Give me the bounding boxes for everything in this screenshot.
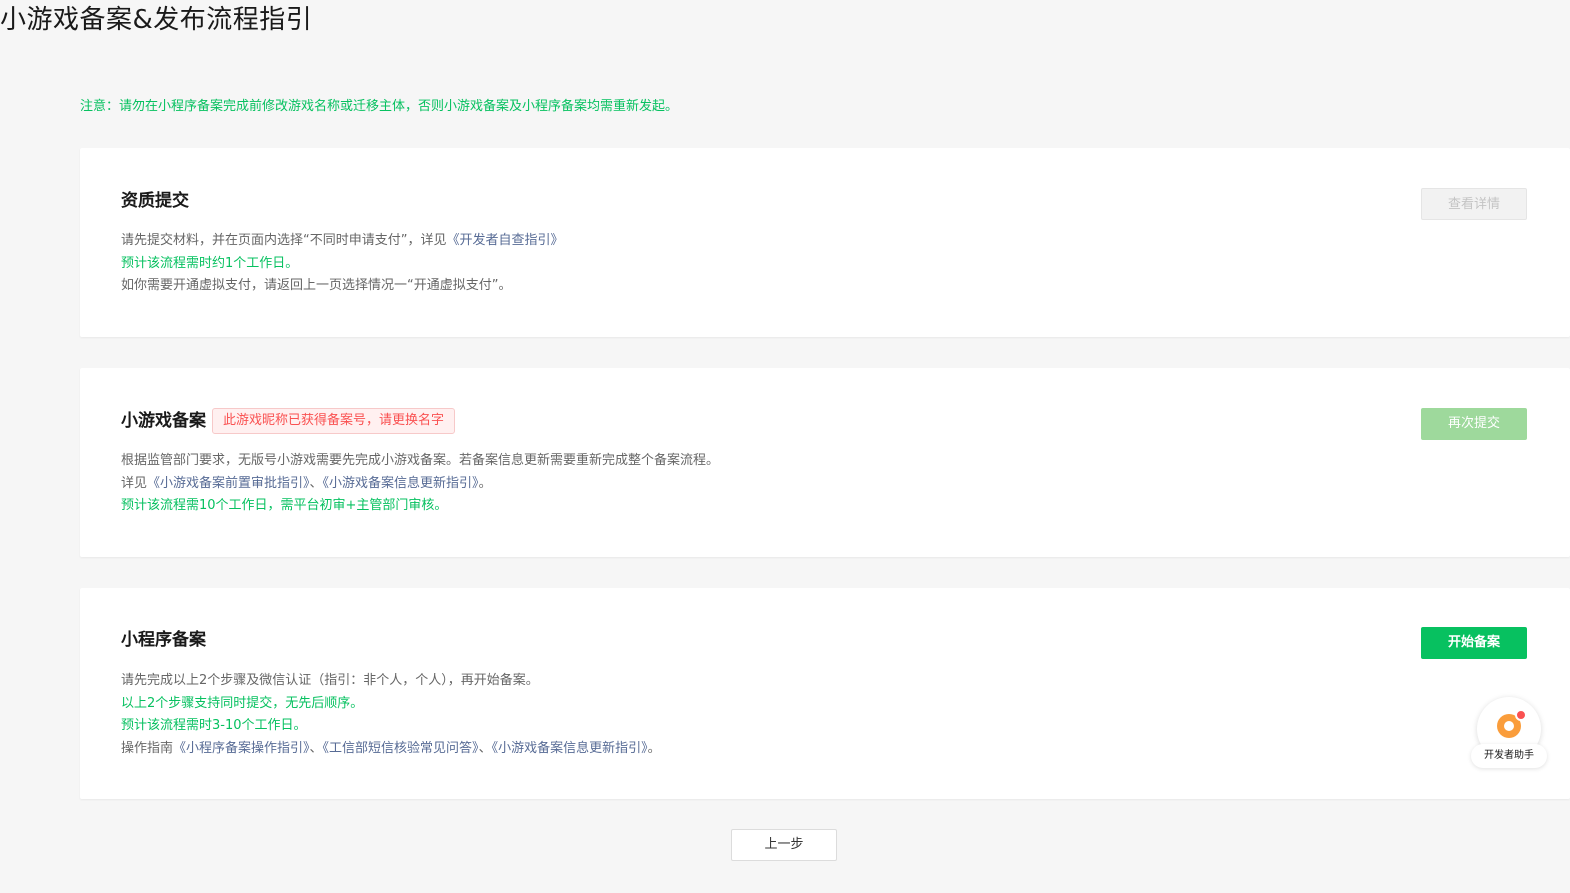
page-title: 小游戏备案&发布流程指引 xyxy=(0,5,313,35)
card-title-row: 资质提交 xyxy=(121,189,189,213)
card-title-row: 小程序备案 xyxy=(121,628,206,652)
sms-verification-faq-link[interactable]: 《工信部短信核验常见问答》 xyxy=(323,741,479,756)
assistant-icon xyxy=(1497,710,1527,738)
line-text: 操作指南 xyxy=(121,740,174,756)
card-description: 根据监管部门要求，无版号小游戏需要先完成小游戏备案。若备案信息更新需要重新完成整… xyxy=(121,450,719,518)
card-title-row: 小游戏备案 此游戏昵称已获得备案号，请更换名字 xyxy=(121,408,456,434)
line-text-end: 。 xyxy=(478,475,492,491)
error-tag: 此游戏昵称已获得备案号，请更换名字 xyxy=(212,408,456,434)
line-text-end: 。 xyxy=(647,740,661,756)
card-minigame-filing: 小游戏备案 此游戏昵称已获得备案号，请更换名字 再次提交 根据监管部门要求，无版… xyxy=(80,368,1570,557)
minigame-info-update-link[interactable]: 《小游戏备案信息更新指引》 xyxy=(492,741,648,756)
card-line: 如你需要开通虚拟支付，请返回上一页选择情况一“开通虚拟支付”。 xyxy=(121,278,512,293)
line-text: 详见 xyxy=(121,475,148,491)
card-line: 预计该流程需时3-10个工作日。 xyxy=(121,718,307,733)
card-description: 请先提交材料，并在页面内选择“不同时申请支付”，详见《开发者自查指引》 预计该流… xyxy=(121,230,564,298)
card-line: 请先提交材料，并在页面内选择“不同时申请支付”，详见《开发者自查指引》 xyxy=(121,230,564,253)
minigame-pre-approval-link[interactable]: 《小游戏备案前置审批指引》 xyxy=(147,476,310,491)
card-line: 请先完成以上2个步骤及微信认证（指引：非个人，个人），再开始备案。 xyxy=(121,673,539,688)
card-line: 根据监管部门要求，无版号小游戏需要先完成小游戏备案。若备案信息更新需要重新完成整… xyxy=(121,453,720,468)
minigame-info-update-link[interactable]: 《小游戏备案信息更新指引》 xyxy=(323,476,479,491)
link-separator: 、 xyxy=(309,475,323,491)
card-title: 资质提交 xyxy=(121,191,189,211)
start-filing-button[interactable]: 开始备案 xyxy=(1421,627,1527,659)
previous-step-button[interactable]: 上一步 xyxy=(731,829,837,861)
developer-assistant-widget[interactable]: 开发者助手 xyxy=(1471,697,1547,769)
card-description: 请先完成以上2个步骤及微信认证（指引：非个人，个人），再开始备案。 以上2个步骤… xyxy=(121,670,661,760)
developer-self-check-link[interactable]: 《开发者自查指引》 xyxy=(446,233,563,248)
card-qualification: 资质提交 查看详情 请先提交材料，并在页面内选择“不同时申请支付”，详见《开发者… xyxy=(80,148,1570,337)
card-line: 详见《小游戏备案前置审批指引》、《小游戏备案信息更新指引》。 xyxy=(121,473,719,496)
view-details-button[interactable]: 查看详情 xyxy=(1421,188,1527,220)
notice-text: 注意：请勿在小程序备案完成前修改游戏名称或迁移主体，否则小游戏备案及小程序备案均… xyxy=(80,99,679,114)
assistant-label: 开发者助手 xyxy=(1471,744,1547,768)
card-title: 小游戏备案 xyxy=(121,411,206,431)
card-line: 操作指南《小程序备案操作指引》、《工信部短信核验常见问答》、《小游戏备案信息更新… xyxy=(121,738,661,761)
card-title: 小程序备案 xyxy=(121,630,206,650)
card-line: 预计该流程需10个工作日，需平台初审+主管部门审核。 xyxy=(121,498,448,513)
link-separator: 、 xyxy=(309,740,323,756)
card-line: 以上2个步骤支持同时提交，无先后顺序。 xyxy=(121,695,364,711)
card-miniprogram-filing: 小程序备案 开始备案 请先完成以上2个步骤及微信认证（指引：非个人，个人），再开… xyxy=(80,588,1570,799)
link-separator: 、 xyxy=(478,740,492,756)
resubmit-button[interactable]: 再次提交 xyxy=(1421,408,1527,440)
miniprogram-filing-guide-link[interactable]: 《小程序备案操作指引》 xyxy=(173,741,310,756)
page: 小游戏备案&发布流程指引 注意：请勿在小程序备案完成前修改游戏名称或迁移主体，否… xyxy=(0,0,1570,893)
card-line: 预计该流程需时约1个工作日。 xyxy=(121,255,299,271)
line-text: 请先提交材料，并在页面内选择“不同时申请支付”，详见 xyxy=(121,233,447,248)
